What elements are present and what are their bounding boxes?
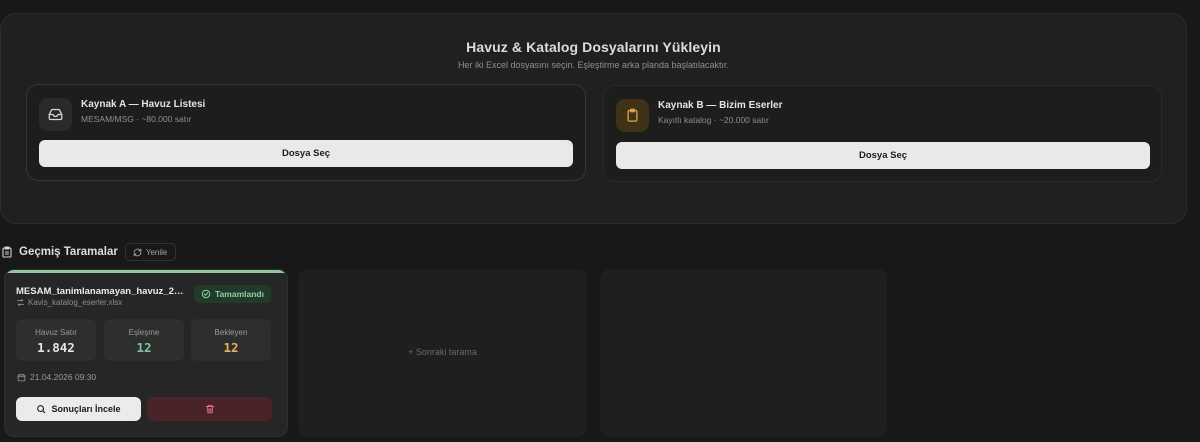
upload-subtitle: Her iki Excel dosyasını seçin. Eşleştirm… bbox=[457, 60, 730, 70]
stat-label: Bekleyen bbox=[214, 328, 248, 337]
swap-icon bbox=[16, 298, 25, 307]
stat-value: 12 bbox=[136, 340, 152, 355]
stat-value: 1.842 bbox=[37, 340, 75, 355]
empty-scan-slot bbox=[600, 269, 887, 437]
refresh-icon bbox=[133, 248, 142, 257]
trash-icon bbox=[205, 404, 215, 414]
scan-date: 21.04.2026 09:30 bbox=[17, 372, 96, 382]
history-header: Geçmiş Taramalar Yenile bbox=[0, 242, 177, 262]
refresh-button[interactable]: Yenile bbox=[124, 243, 177, 261]
next-scan-text: + Sonraki tarama bbox=[408, 347, 477, 357]
source-a-card: Kaynak A — Havuz Listesi MESAM/MSG · ~80… bbox=[26, 84, 586, 181]
stat-label: Eşleşme bbox=[128, 328, 160, 337]
status-label: Tamamlandı bbox=[215, 289, 264, 299]
source-b-file-button[interactable]: Dosya Seç bbox=[616, 142, 1150, 169]
scan-file-name: MESAM_tanimlanamayan_havuz_2026.xlsx bbox=[16, 286, 186, 297]
source-a-file-button[interactable]: Dosya Seç bbox=[39, 140, 573, 167]
upload-title: Havuz & Katalog Dosyalarını Yükleyin bbox=[466, 39, 721, 55]
review-results-label: Sonuçları İncele bbox=[51, 404, 121, 414]
check-circle-icon bbox=[201, 289, 211, 299]
stat-value: 12 bbox=[223, 340, 239, 355]
source-b-name: Kaynak B — Bizim Eserler bbox=[658, 100, 783, 111]
scan-date-text: 21.04.2026 09:30 bbox=[30, 372, 97, 382]
clipboard-list-icon bbox=[0, 244, 14, 260]
source-a-meta: MESAM/MSG · ~80.000 satır bbox=[81, 114, 192, 124]
review-results-button[interactable]: Sonuçları İncele bbox=[16, 397, 141, 421]
source-b-card: Kaynak B — Bizim Eserler Kayıtlı katalog… bbox=[603, 85, 1162, 182]
source-b-meta: Kayıtlı katalog · ~20.000 satır bbox=[658, 115, 769, 125]
stat-pending: Bekleyen 12 bbox=[191, 319, 271, 361]
scan-catalog: Kavis_katalog_eserler.xlsx bbox=[16, 298, 122, 307]
refresh-label: Yenile bbox=[145, 247, 168, 257]
inbox-icon bbox=[39, 98, 72, 131]
delete-button[interactable] bbox=[147, 397, 272, 421]
stat-matches: Eşleşme 12 bbox=[104, 319, 184, 361]
calendar-icon bbox=[17, 373, 26, 382]
stat-label: Havuz Satır bbox=[35, 328, 77, 337]
search-icon bbox=[36, 404, 46, 414]
clipboard-icon bbox=[616, 99, 649, 132]
source-a-name: Kaynak A — Havuz Listesi bbox=[81, 99, 206, 110]
scan-status-bar bbox=[5, 270, 287, 273]
status-badge: Tamamlandı bbox=[194, 285, 271, 303]
history-title: Geçmiş Taramalar bbox=[19, 246, 118, 258]
scan-catalog-name: Kavis_katalog_eserler.xlsx bbox=[28, 298, 123, 307]
upload-panel: Havuz & Katalog Dosyalarını Yükleyin Her… bbox=[0, 13, 1187, 224]
scan-card: MESAM_tanimlanamayan_havuz_2026.xlsx Kav… bbox=[4, 269, 288, 437]
stat-pool-rows: Havuz Satır 1.842 bbox=[16, 319, 96, 361]
next-scan-placeholder: + Sonraki tarama bbox=[298, 269, 587, 437]
